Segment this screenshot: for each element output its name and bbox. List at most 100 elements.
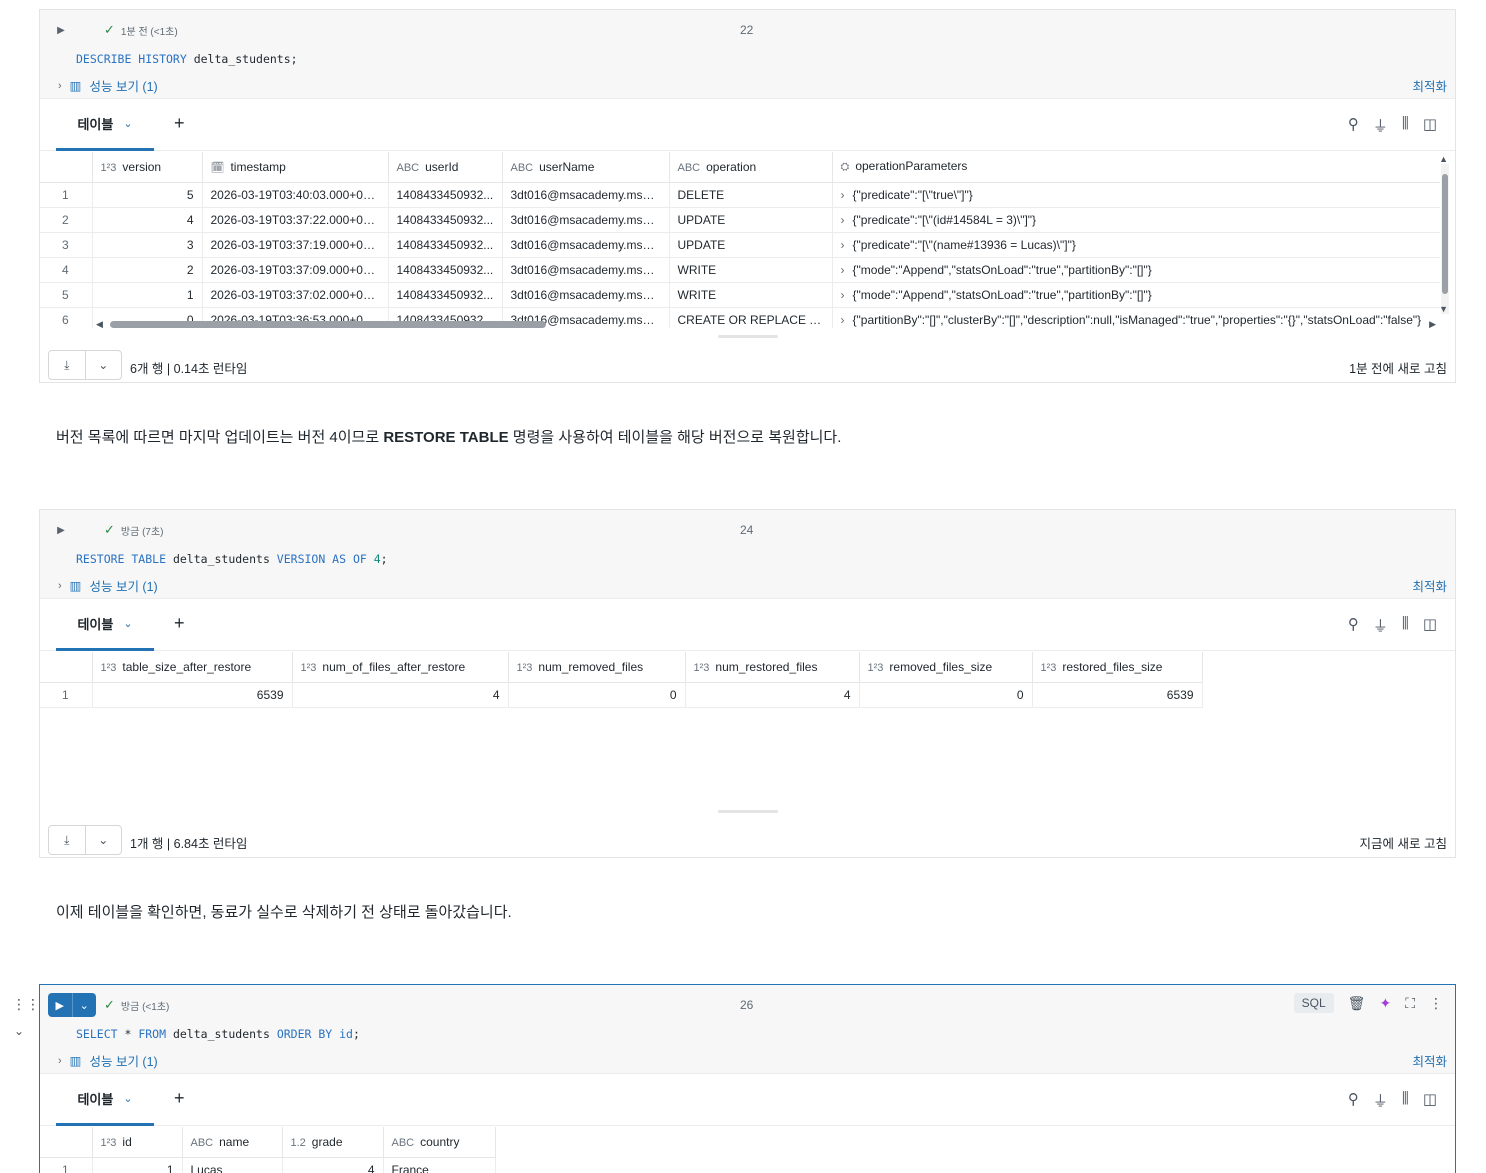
column-header-num_restored_files[interactable]: 1²3 num_restored_files <box>685 652 860 683</box>
column-header-timestamp[interactable]: 🗓 timestamp <box>202 152 389 183</box>
performance-toggle[interactable]: › ▥ 성능 보기 (1) <box>58 1051 158 1070</box>
expand-chevron-icon[interactable]: › <box>841 288 845 302</box>
table-cell-userName[interactable]: 3dt016@msacademy.msai.... <box>502 257 670 283</box>
expand-chevron-icon[interactable]: › <box>841 263 845 277</box>
column-header-operationParameters[interactable]: ⛭ operationParameters <box>832 152 1440 183</box>
code-editor[interactable]: RESTORE TABLE delta_students VERSION AS … <box>76 552 388 566</box>
table-row[interactable]: 1 6539 4 0 4 0 6539 <box>40 682 1203 708</box>
table-cell-v2[interactable]: 4 <box>292 682 509 708</box>
column-header-table_size_after_restore[interactable]: 1²3 table_size_after_restore <box>92 652 293 683</box>
tab-table[interactable]: 테이블 ⌄ <box>56 599 154 651</box>
table-cell-timestamp[interactable]: 2026-03-19T03:37:09.000+00:... <box>202 257 389 283</box>
download-icon[interactable]: ⤓ <box>49 826 85 854</box>
filter-icon[interactable]: ⏚ <box>1373 1090 1388 1111</box>
more-options-icon[interactable]: ⋮ <box>1429 995 1443 1012</box>
table-cell-timestamp[interactable]: 2026-03-19T03:40:03.000+00:... <box>202 182 389 208</box>
table-cell-userId[interactable]: 1408433450932... <box>388 282 503 308</box>
column-header-version[interactable]: 1²3 version <box>92 152 203 183</box>
run-cell-button[interactable]: ▶ <box>54 524 68 538</box>
table-cell-operation[interactable]: WRITE <box>669 257 833 283</box>
fullscreen-icon[interactable]: ⛶ <box>1405 995 1415 1012</box>
expand-chevron-icon[interactable]: › <box>841 238 845 252</box>
table-cell-userName[interactable]: 3dt016@msacademy.msai.... <box>502 232 670 258</box>
table-cell-v4[interactable]: 4 <box>685 682 860 708</box>
table-row[interactable]: 5 1 2026-03-19T03:37:02.000+00:... 14084334… <box>40 282 1440 308</box>
table-cell-params[interactable]: › {"mode":"Append","statsOnLoad":"true","… <box>832 257 1440 283</box>
column-header-grade[interactable]: 1.2 grade <box>282 1127 384 1158</box>
table-cell-timestamp[interactable]: 2026-03-19T03:37:19.000+00:... <box>202 232 389 258</box>
column-header-removed_files_size[interactable]: 1²3 removed_files_size <box>859 652 1033 683</box>
chevron-down-icon[interactable]: ⌄ <box>84 351 122 379</box>
panel-icon[interactable]: ◫ <box>1423 115 1437 136</box>
table-cell-userName[interactable]: 3dt016@msacademy.msai.... <box>502 282 670 308</box>
table-cell-userId[interactable]: 1408433450932... <box>388 207 503 233</box>
drag-handle-icon[interactable]: ⋮⋮ <box>12 996 40 1013</box>
table-cell-version[interactable]: 3 <box>92 232 203 258</box>
run-cell-button[interactable]: ▶ <box>54 24 68 38</box>
run-icon[interactable]: ▶ <box>48 993 72 1017</box>
table-cell-version[interactable]: 2 <box>92 257 203 283</box>
vertical-scrollbar[interactable] <box>1441 164 1449 314</box>
table-cell-params[interactable]: › {"predicate":"[\"(name#13936 = Lucas)\"… <box>832 232 1440 258</box>
expand-chevron-icon[interactable]: › <box>841 188 845 202</box>
column-header-restored_files_size[interactable]: 1²3 restored_files_size <box>1032 652 1203 683</box>
table-cell-timestamp[interactable]: 2026-03-19T03:37:02.000+00:... <box>202 282 389 308</box>
table-cell-version[interactable]: 4 <box>92 207 203 233</box>
search-icon[interactable]: ⚲ <box>1348 615 1359 636</box>
table-row[interactable]: 2 4 2026-03-19T03:37:22.000+00:... 14084334… <box>40 207 1440 233</box>
scroll-left-icon[interactable]: ◀ <box>96 319 103 330</box>
table-cell-v6[interactable]: 6539 <box>1032 682 1203 708</box>
chevron-down-icon[interactable]: ⌄ <box>84 826 122 854</box>
assistant-sparkle-icon[interactable]: ✦ <box>1379 995 1391 1012</box>
table-cell-userName[interactable]: 3dt016@msacademy.msai.... <box>502 182 670 208</box>
column-header-userName[interactable]: ABC userName <box>502 152 670 183</box>
code-editor[interactable]: DESCRIBE HISTORY delta_students; <box>76 52 298 66</box>
performance-toggle[interactable]: › ▥ 성능 보기 (1) <box>58 576 158 595</box>
table-cell-name[interactable]: Lucas <box>182 1157 283 1173</box>
table-cell-operation[interactable]: UPDATE <box>669 232 833 258</box>
column-header-num_removed_files[interactable]: 1²3 num_removed_files <box>508 652 686 683</box>
table-row[interactable]: 4 2 2026-03-19T03:37:09.000+00:... 14084334… <box>40 257 1440 283</box>
columns-icon[interactable]: ⫼ <box>1402 115 1409 136</box>
table-cell-version[interactable]: 5 <box>92 182 203 208</box>
scrollbar-thumb[interactable] <box>1442 174 1448 294</box>
optimize-link[interactable]: 최적화 <box>1412 576 1447 595</box>
table-cell-id[interactable]: 1 <box>92 1157 183 1173</box>
chevron-down-icon[interactable]: ⌄ <box>123 1092 132 1105</box>
trash-icon[interactable]: 🗑 <box>1348 995 1366 1012</box>
table-cell-userId[interactable]: 1408433450932... <box>388 257 503 283</box>
scroll-down-icon[interactable]: ▼ <box>1439 304 1448 314</box>
column-header-id[interactable]: 1²3 id <box>92 1127 183 1158</box>
chevron-down-icon[interactable]: ⌄ <box>123 117 132 130</box>
optimize-link[interactable]: 최적화 <box>1412 1051 1447 1070</box>
run-cell-split-button[interactable]: ▶ ⌄ <box>48 993 96 1017</box>
search-icon[interactable]: ⚲ <box>1348 115 1359 136</box>
language-selector[interactable]: SQL <box>1293 993 1334 1013</box>
tab-table[interactable]: 테이블 ⌄ <box>56 99 154 151</box>
column-header-country[interactable]: ABC country <box>383 1127 496 1158</box>
table-cell-userId[interactable]: 1408433450932... <box>388 232 503 258</box>
table-cell-country[interactable]: France <box>383 1157 496 1173</box>
download-button[interactable]: ⤓ ⌄ <box>48 825 122 855</box>
table-cell-v3[interactable]: 0 <box>508 682 686 708</box>
add-tab-button[interactable]: + <box>174 1088 185 1109</box>
table-cell-params[interactable]: › {"predicate":"[\"(id#14584L = 3)\"]"} <box>832 207 1440 233</box>
chevron-down-icon[interactable]: ⌄ <box>71 993 97 1017</box>
panel-icon[interactable]: ◫ <box>1423 1090 1437 1111</box>
horizontal-scrollbar[interactable]: ◀ ▶ <box>96 319 1436 329</box>
scroll-right-icon[interactable]: ▶ <box>1429 319 1436 330</box>
expand-chevron-icon[interactable]: › <box>841 213 845 227</box>
table-cell-params[interactable]: › {"mode":"Append","statsOnLoad":"true","… <box>832 282 1440 308</box>
performance-toggle[interactable]: › ▥ 성능 보기 (1) <box>58 76 158 95</box>
columns-icon[interactable]: ⫼ <box>1402 615 1409 636</box>
collapse-chevron-icon[interactable]: ⌄ <box>14 1024 24 1038</box>
chevron-down-icon[interactable]: ⌄ <box>123 617 132 630</box>
panel-icon[interactable]: ◫ <box>1423 615 1437 636</box>
table-cell-v1[interactable]: 6539 <box>92 682 293 708</box>
search-icon[interactable]: ⚲ <box>1348 1090 1359 1111</box>
table-cell-userName[interactable]: 3dt016@msacademy.msai.... <box>502 207 670 233</box>
optimize-link[interactable]: 최적화 <box>1412 76 1447 95</box>
table-row[interactable]: 3 3 2026-03-19T03:37:19.000+00:... 14084334… <box>40 232 1440 258</box>
code-editor[interactable]: SELECT * FROM delta_students ORDER BY id… <box>76 1027 360 1041</box>
add-tab-button[interactable]: + <box>174 113 185 134</box>
